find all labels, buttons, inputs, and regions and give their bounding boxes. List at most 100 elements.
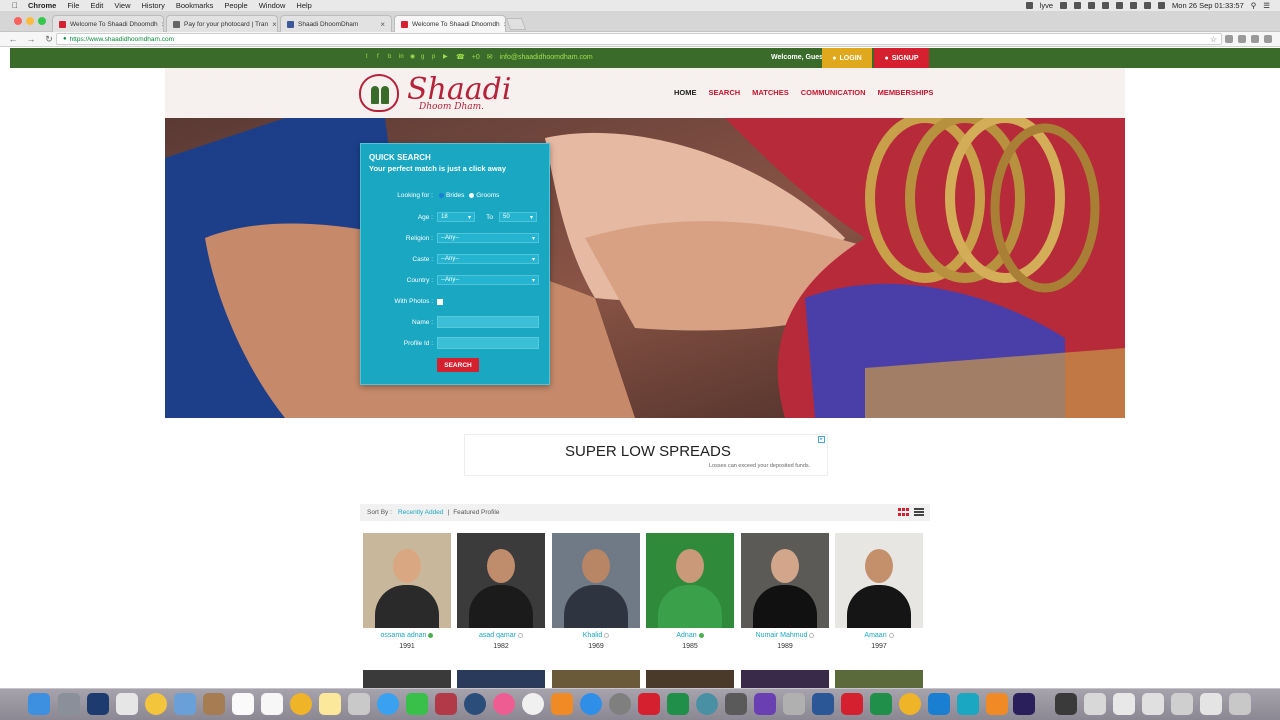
app-icon[interactable] [899, 693, 921, 715]
ibooks-icon[interactable] [551, 693, 573, 715]
sort-recently-added[interactable]: Recently Added [398, 509, 444, 516]
app-icon[interactable] [696, 693, 718, 715]
record-icon[interactable] [1025, 2, 1033, 9]
app-icon[interactable] [87, 693, 109, 715]
flag-icon[interactable] [1158, 2, 1166, 9]
profile-card[interactable]: Khalid 1969 [552, 533, 640, 650]
profile-name[interactable]: Adnan [676, 632, 696, 639]
phone-number[interactable]: +0 [472, 54, 480, 61]
nav-communication[interactable]: COMMUNICATION [801, 88, 866, 97]
menu-history[interactable]: History [142, 1, 165, 10]
wifi-icon[interactable] [1116, 2, 1124, 9]
grooms-radio[interactable] [469, 192, 475, 198]
powerpoint-icon[interactable] [638, 693, 660, 715]
adchoices-icon[interactable]: ▸ [818, 436, 825, 443]
evernote-icon[interactable] [1074, 2, 1082, 9]
youtube-icon[interactable]: ▶ [443, 54, 449, 60]
tab-close-icon[interactable]: × [504, 20, 505, 29]
site-logo[interactable]: Shaadi Dhoom Dham. [359, 70, 511, 116]
profile-photo[interactable] [457, 533, 545, 628]
tab-close-icon[interactable]: × [380, 20, 385, 29]
system-preferences-icon[interactable] [609, 693, 631, 715]
browser-tab-active[interactable]: Welcome To Shaadi Dhoomdh × [394, 15, 506, 32]
profile-card-next-row[interactable] [835, 670, 923, 688]
calculator-icon[interactable] [116, 693, 138, 715]
help-icon[interactable] [783, 693, 805, 715]
notes-icon[interactable] [261, 693, 283, 715]
profile-card-next-row[interactable] [646, 670, 734, 688]
app-icon[interactable] [203, 693, 225, 715]
sort-featured-profile[interactable]: Featured Profile [453, 509, 499, 516]
browser-tab[interactable]: Pay for your photocard | Tran × [166, 15, 278, 32]
address-bar[interactable]: ● https://www.shaadidhoomdham.com ☆ [56, 33, 1222, 45]
after-effects-icon[interactable] [1013, 693, 1035, 715]
finder-icon[interactable] [28, 693, 50, 715]
vlc-icon[interactable] [986, 693, 1008, 715]
nav-memberships[interactable]: MEMBERSHIPS [878, 88, 934, 97]
menu-window[interactable]: Window [259, 1, 286, 10]
advertisement-banner[interactable]: SUPER LOW SPREADS Losses can exceed your… [464, 434, 828, 476]
profile-photo[interactable] [552, 533, 640, 628]
contact-email[interactable]: info@shaadidhoomdham.com [500, 54, 593, 61]
folder-icon[interactable] [1084, 693, 1106, 715]
religion-select[interactable]: --Any-- ▾ [437, 233, 539, 243]
list-view-icon[interactable] [914, 508, 924, 517]
signup-button[interactable]: ● SIGNUP [874, 48, 929, 68]
lyve-icon[interactable] [957, 693, 979, 715]
profile-name[interactable]: Amaan [864, 632, 886, 639]
nav-home[interactable]: HOME [674, 88, 697, 97]
powerpoint-icon[interactable] [841, 693, 863, 715]
folder-icon[interactable] [1142, 693, 1164, 715]
quicktime-icon[interactable] [464, 693, 486, 715]
back-arrow-icon[interactable]: ← [8, 34, 18, 44]
tab-close-icon[interactable]: × [272, 20, 277, 29]
folder-icon[interactable] [1171, 693, 1193, 715]
profile-name[interactable]: ossama adnan [381, 632, 427, 639]
profile-photo[interactable] [363, 533, 451, 628]
volume-icon[interactable] [1130, 2, 1138, 9]
sync-icon[interactable] [1060, 2, 1068, 9]
menu-app-name[interactable]: Chrome [28, 1, 56, 10]
new-tab-button[interactable] [505, 18, 527, 30]
browser-tab[interactable]: Welcome To Shaadi Dhoomdh × [52, 15, 164, 32]
apple-icon[interactable]:  [12, 1, 18, 10]
photos-icon[interactable] [348, 693, 370, 715]
instagram-icon[interactable]: ◉ [410, 54, 416, 60]
profile-name[interactable]: Numair Mahmud [756, 632, 808, 639]
quick-search-button[interactable]: SEARCH [437, 358, 479, 372]
profile-card-next-row[interactable] [457, 670, 545, 688]
facetime-icon[interactable] [406, 693, 428, 715]
profile-card-next-row[interactable] [741, 670, 829, 688]
menu-icon[interactable] [1264, 35, 1272, 43]
with-photos-checkbox[interactable] [437, 299, 443, 305]
nav-matches[interactable]: MATCHES [752, 88, 789, 97]
profile-name[interactable]: asad qamar [479, 632, 516, 639]
app-icon[interactable] [435, 693, 457, 715]
profile-name[interactable]: Khalid [583, 632, 602, 639]
app-store-icon[interactable] [580, 693, 602, 715]
browser-tab[interactable]: Shaadi DhoomDham × [280, 15, 392, 32]
age-from-select[interactable]: 18 ▾ [437, 212, 475, 222]
menu-people[interactable]: People [224, 1, 247, 10]
google-plus-icon[interactable]: g [421, 54, 427, 60]
facebook-icon[interactable]: f [377, 54, 383, 60]
forward-arrow-icon[interactable]: → [26, 34, 36, 44]
profile-photo[interactable] [835, 533, 923, 628]
profile-card-next-row[interactable] [552, 670, 640, 688]
lyve-status[interactable]: lyve [1040, 1, 1053, 10]
chrome-icon[interactable] [145, 693, 167, 715]
age-to-select[interactable]: 50 ▾ [499, 212, 537, 222]
bookmark-star-icon[interactable]: ☆ [1210, 35, 1217, 44]
nav-search[interactable]: SEARCH [709, 88, 741, 97]
excel-icon[interactable] [667, 693, 689, 715]
airplay-icon[interactable] [1088, 2, 1096, 9]
menu-bookmarks[interactable]: Bookmarks [176, 1, 214, 10]
extension-icon[interactable] [1225, 35, 1233, 43]
caste-select[interactable]: --Any-- ▾ [437, 254, 539, 264]
extension-icon[interactable] [1238, 35, 1246, 43]
profile-card[interactable]: ossama adnan 1991 [363, 533, 451, 650]
messages-icon[interactable] [377, 693, 399, 715]
app-icon[interactable] [1055, 693, 1077, 715]
folder-icon[interactable] [1113, 693, 1135, 715]
menu-edit[interactable]: Edit [90, 1, 103, 10]
